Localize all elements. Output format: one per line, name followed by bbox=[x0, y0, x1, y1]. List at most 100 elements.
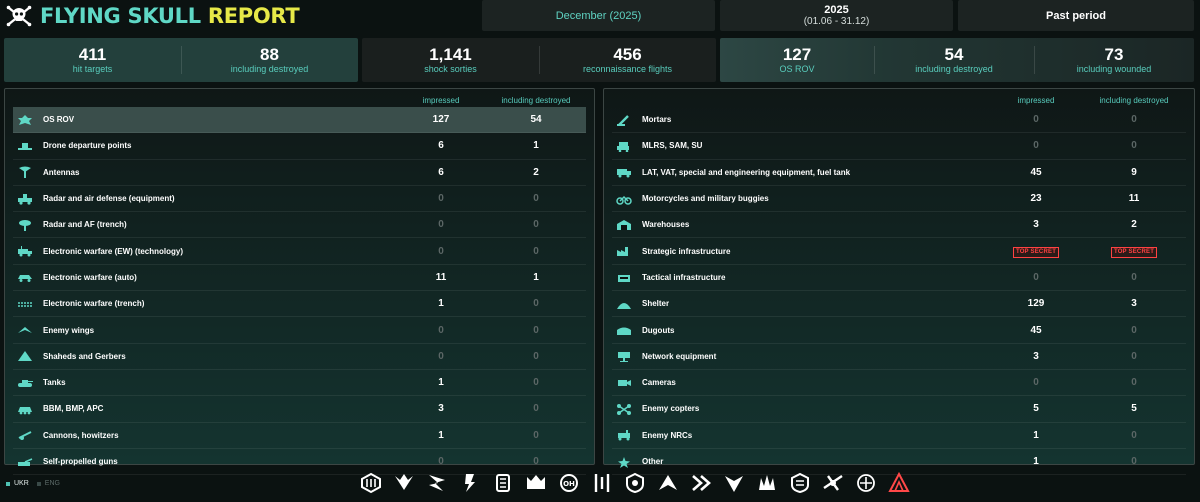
tank-icon bbox=[17, 377, 33, 389]
row-value-destroyed: 0 bbox=[533, 245, 539, 257]
table-row[interactable]: Shelter 129 3 bbox=[612, 291, 1186, 318]
shelter-icon bbox=[616, 298, 632, 310]
bunker-icon bbox=[616, 271, 632, 283]
unit-logo-10-icon[interactable] bbox=[657, 472, 679, 494]
past-period-button[interactable]: Past period bbox=[958, 0, 1194, 31]
soldier-icon bbox=[17, 114, 33, 126]
table-row[interactable]: Tanks 1 0 bbox=[13, 370, 586, 397]
column-header-impressed: impressed bbox=[422, 96, 460, 105]
row-value-destroyed: 0 bbox=[533, 219, 539, 231]
row-value-destroyed: TOP SECRET bbox=[1084, 245, 1184, 258]
stat-value: 88 bbox=[260, 45, 279, 64]
table-row[interactable]: Drone departure points 6 1 bbox=[13, 133, 586, 160]
stats-group-sorties: 1,141 shock sorties 456 reconnaissance f… bbox=[362, 38, 716, 82]
unit-logo-7-icon[interactable]: OH bbox=[558, 472, 580, 494]
table-row[interactable]: Antennas 6 2 bbox=[13, 160, 586, 186]
table-row[interactable]: Radar and AF (trench) 0 0 bbox=[13, 212, 586, 239]
warehouse-icon bbox=[616, 219, 632, 231]
table-row[interactable]: Cameras 0 0 bbox=[612, 370, 1186, 397]
unit-logo-17-icon[interactable] bbox=[888, 472, 910, 494]
row-value-destroyed: 2 bbox=[533, 166, 539, 178]
row-value-destroyed: 54 bbox=[530, 114, 542, 126]
table-row[interactable]: Enemy wings 0 0 bbox=[13, 317, 586, 344]
year-period-label: 2025 bbox=[824, 3, 849, 16]
stat-value: 54 bbox=[944, 45, 964, 64]
table-row[interactable]: Strategic infrastructure TOP SECRET TOP SE… bbox=[612, 238, 1186, 265]
top-secret-badge: TOP SECRET bbox=[1012, 246, 1060, 258]
language-option-ukr[interactable]: UKR bbox=[14, 480, 29, 487]
year-period-button[interactable]: 2025 (01.06 - 31.12) bbox=[720, 0, 953, 31]
table-row[interactable]: Tactical infrastructure 0 0 bbox=[612, 265, 1186, 292]
row-value-impressed: 11 bbox=[435, 271, 447, 283]
row-value-destroyed: 0 bbox=[1131, 456, 1137, 467]
language-switcher: UKR ENG bbox=[6, 480, 60, 487]
table-row[interactable]: Network equipment 3 0 bbox=[612, 344, 1186, 370]
ew-trench-icon bbox=[17, 298, 33, 310]
table-row[interactable]: BBM, BMP, APC 3 0 bbox=[13, 396, 586, 423]
row-value-impressed: 45 bbox=[1030, 324, 1042, 336]
other-icon bbox=[616, 456, 632, 468]
table-row[interactable]: Mortars 0 0 bbox=[612, 107, 1186, 134]
dugout-icon bbox=[616, 324, 632, 336]
table-row[interactable]: Enemy copters 5 5 bbox=[612, 396, 1186, 423]
unit-logo-13-icon[interactable] bbox=[756, 472, 778, 494]
unit-logo-11-icon[interactable] bbox=[690, 472, 712, 494]
row-value-impressed: 0 bbox=[1033, 271, 1039, 283]
unit-logo-4-icon[interactable] bbox=[459, 472, 481, 494]
table-row[interactable]: Electronic warfare (EW) (technology) 0 0 bbox=[13, 238, 586, 265]
month-period-button[interactable]: December (2025) bbox=[482, 0, 715, 31]
row-value-destroyed: 3 bbox=[1131, 298, 1137, 310]
stat-value: 127 bbox=[782, 45, 812, 64]
stat-label: including destroyed bbox=[230, 64, 309, 74]
unit-logo-12-icon[interactable] bbox=[723, 472, 745, 494]
table-row[interactable]: Electronic warfare (trench) 1 0 bbox=[13, 291, 586, 318]
table-row[interactable]: OS ROV 127 54 bbox=[13, 107, 586, 134]
column-header-destroyed: including destroyed bbox=[501, 96, 571, 105]
table-row[interactable]: Electronic warfare (auto) 11 1 bbox=[13, 265, 586, 292]
row-value-destroyed: 9 bbox=[1131, 166, 1137, 178]
top-secret-badge: TOP SECRET bbox=[1110, 246, 1158, 258]
row-value-impressed: 6 bbox=[438, 166, 444, 178]
table-row[interactable]: Radar and air defense (equipment) 0 0 bbox=[13, 186, 586, 213]
column-header-destroyed: including destroyed bbox=[1099, 96, 1169, 105]
row-value-impressed: 0 bbox=[438, 219, 444, 231]
table-row[interactable]: Enemy NRCs 1 0 bbox=[612, 423, 1186, 449]
unit-logo-16-icon[interactable] bbox=[855, 472, 877, 494]
table-row[interactable]: LAT, VAT, special and engineering equipm… bbox=[612, 160, 1186, 186]
table-row[interactable]: Cannons, howitzers 1 0 bbox=[13, 423, 586, 449]
unit-logo-2-icon[interactable] bbox=[393, 472, 415, 494]
unit-logo-15-icon[interactable] bbox=[822, 472, 844, 494]
row-value-destroyed: 0 bbox=[533, 456, 539, 467]
row-value-impressed: 1 bbox=[438, 429, 444, 441]
row-value-impressed: 3 bbox=[1033, 350, 1039, 362]
table-row[interactable]: MLRS, SAM, SU 0 0 bbox=[612, 133, 1186, 160]
row-value-impressed: 0 bbox=[1033, 114, 1039, 126]
table-row[interactable]: Motorcycles and military buggies 23 11 bbox=[612, 186, 1186, 213]
unit-logo-8-icon[interactable] bbox=[591, 472, 613, 494]
unit-logo-5-icon[interactable] bbox=[492, 472, 514, 494]
radar-dish-icon bbox=[17, 219, 33, 231]
quadcopter-icon bbox=[616, 403, 632, 415]
table-row[interactable]: Shaheds and Gerbers 0 0 bbox=[13, 344, 586, 370]
table-row[interactable]: Warehouses 3 2 bbox=[612, 212, 1186, 239]
row-value-destroyed: 0 bbox=[1131, 140, 1137, 152]
stat-personnel-destroyed: 54 including destroyed bbox=[874, 38, 1034, 82]
unit-logo-1-icon[interactable] bbox=[360, 472, 382, 494]
brand[interactable]: FLYING SKULL REPORT bbox=[6, 3, 300, 29]
row-value-impressed: 0 bbox=[438, 245, 444, 257]
row-value-destroyed: 0 bbox=[533, 324, 539, 336]
unit-logo-14-icon[interactable] bbox=[789, 472, 811, 494]
row-value-impressed: 1 bbox=[1033, 429, 1039, 441]
language-option-eng[interactable]: ENG bbox=[45, 480, 60, 487]
stat-os-rov: 127 OS ROV bbox=[720, 38, 874, 82]
unit-logo-3-icon[interactable] bbox=[426, 472, 448, 494]
unit-logo-6-icon[interactable] bbox=[525, 472, 547, 494]
table-row[interactable]: Dugouts 45 0 bbox=[612, 317, 1186, 344]
stats-group-personnel: 127 OS ROV 54 including destroyed 73 inc… bbox=[720, 38, 1194, 82]
unit-logo-9-icon[interactable] bbox=[624, 472, 646, 494]
row-value-destroyed: 0 bbox=[1131, 350, 1137, 362]
row-value-destroyed: 0 bbox=[1131, 324, 1137, 336]
row-value-impressed: 6 bbox=[438, 140, 444, 152]
truck-icon bbox=[616, 166, 632, 178]
top-bar: FLYING SKULL REPORT December (2025) 2025… bbox=[0, 0, 1200, 34]
